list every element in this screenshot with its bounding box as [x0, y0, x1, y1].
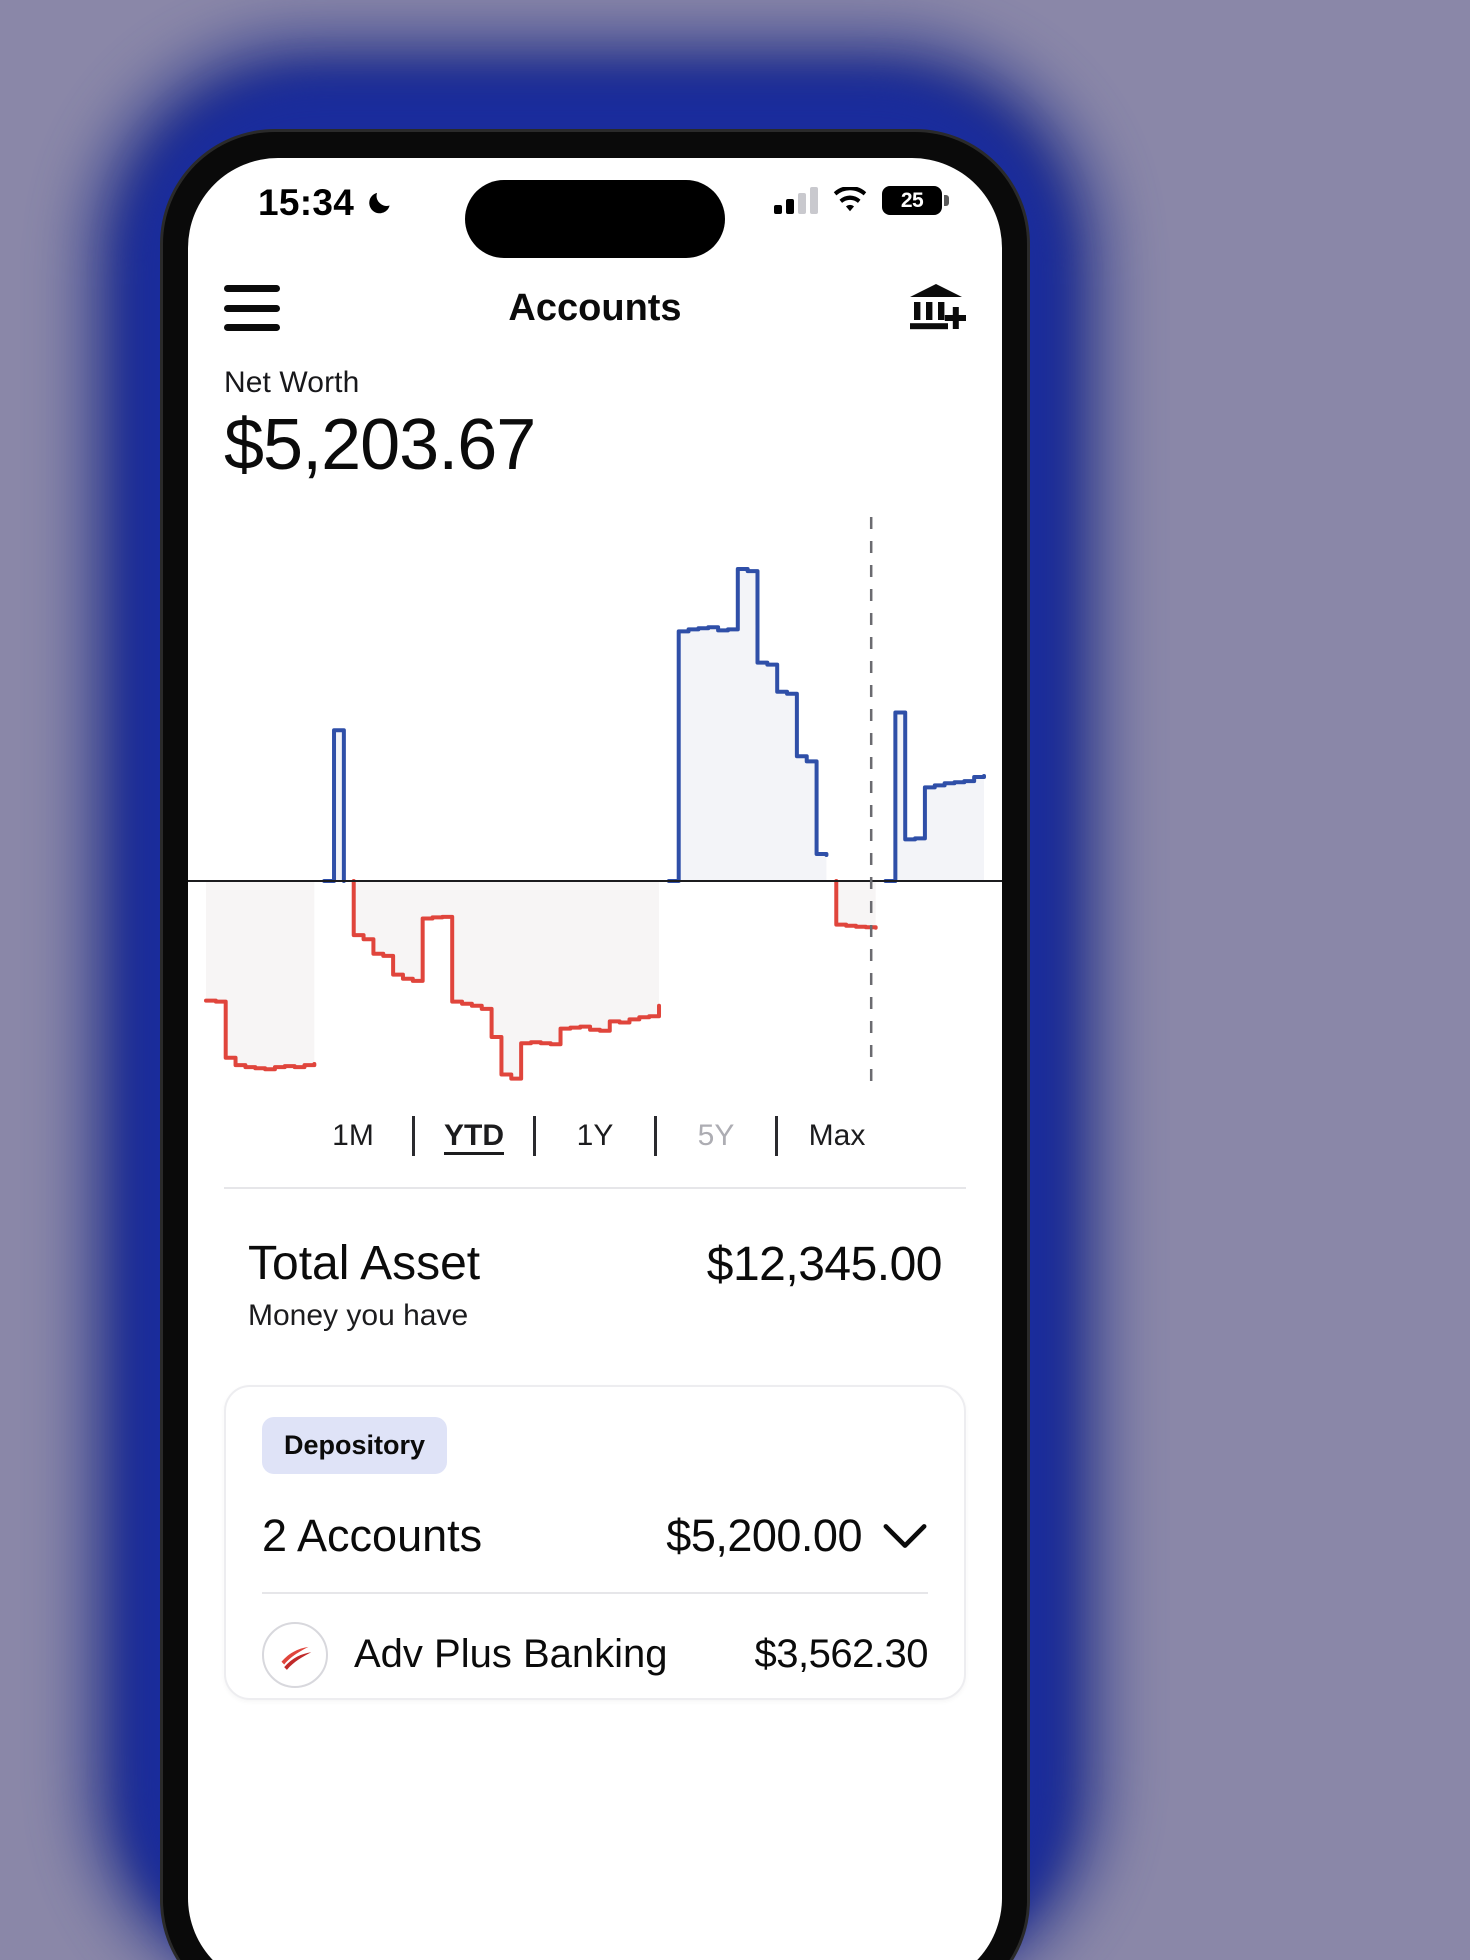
total-asset-subtitle: Money you have: [248, 1298, 469, 1332]
accounts-total-group: $5,200.00: [666, 1510, 928, 1562]
range-option-1y[interactable]: 1Y: [536, 1113, 654, 1159]
moon-icon: [369, 192, 390, 214]
account-balance: $3,562.30: [754, 1632, 929, 1677]
range-option-max[interactable]: Max: [778, 1113, 896, 1159]
total-asset-title: Total Asset: [248, 1236, 481, 1290]
status-time-group: 15:34: [258, 182, 393, 224]
accounts-summary-row[interactable]: 2 Accounts $5,200.00: [262, 1474, 928, 1592]
net-worth-chart-svg: [188, 516, 1002, 1089]
dynamic-island: [465, 180, 725, 258]
app-header: Accounts: [188, 262, 1002, 354]
bank-add-icon[interactable]: [906, 279, 966, 337]
depository-badge: Depository: [262, 1416, 448, 1474]
chevron-down-icon[interactable]: [882, 1521, 928, 1551]
list-item[interactable]: Adv Plus Banking $3,562.30: [262, 1594, 929, 1698]
range-option-ytd[interactable]: YTD: [415, 1113, 533, 1159]
hamburger-menu-icon[interactable]: [224, 285, 280, 331]
wifi-icon: [833, 187, 867, 212]
battery-icon: 25: [882, 186, 949, 215]
depository-card: Depository 2 Accounts $5,200.00 Adv Plus…: [224, 1384, 966, 1700]
chart-range-selector: 1M YTD 1Y 5Y Max: [224, 1089, 966, 1189]
range-option-1m[interactable]: 1M: [294, 1113, 412, 1159]
status-indicators: 25: [774, 186, 949, 215]
accounts-total-value: $5,200.00: [666, 1509, 862, 1561]
net-worth-block: Net Worth $5,203.67: [188, 354, 1002, 487]
net-worth-value: $5,203.67: [224, 405, 536, 485]
status-bar: 15:34 25: [188, 158, 1002, 262]
net-worth-label: Net Worth: [224, 366, 360, 399]
accounts-count-label: 2 Accounts: [262, 1509, 483, 1561]
account-identity-group: Adv Plus Banking: [262, 1621, 668, 1688]
phone-screen: 15:34 25 Accounts Net Worth $5,203.67 1M…: [188, 158, 1002, 1960]
range-option-5y[interactable]: 5Y: [657, 1113, 775, 1159]
status-time: 15:34: [258, 182, 355, 223]
cellular-signal-icon: [774, 187, 818, 214]
bank-of-america-logo-icon: [262, 1621, 328, 1688]
net-worth-chart[interactable]: [188, 516, 1002, 1089]
battery-level-label: 25: [900, 188, 924, 212]
account-name: Adv Plus Banking: [354, 1632, 668, 1677]
total-asset-text-group: Total Asset Money you have: [248, 1237, 480, 1333]
total-asset-section: Total Asset Money you have $12,345.00: [188, 1189, 1002, 1333]
total-asset-value: $12,345.00: [706, 1237, 943, 1291]
page-title: Accounts: [508, 286, 682, 329]
